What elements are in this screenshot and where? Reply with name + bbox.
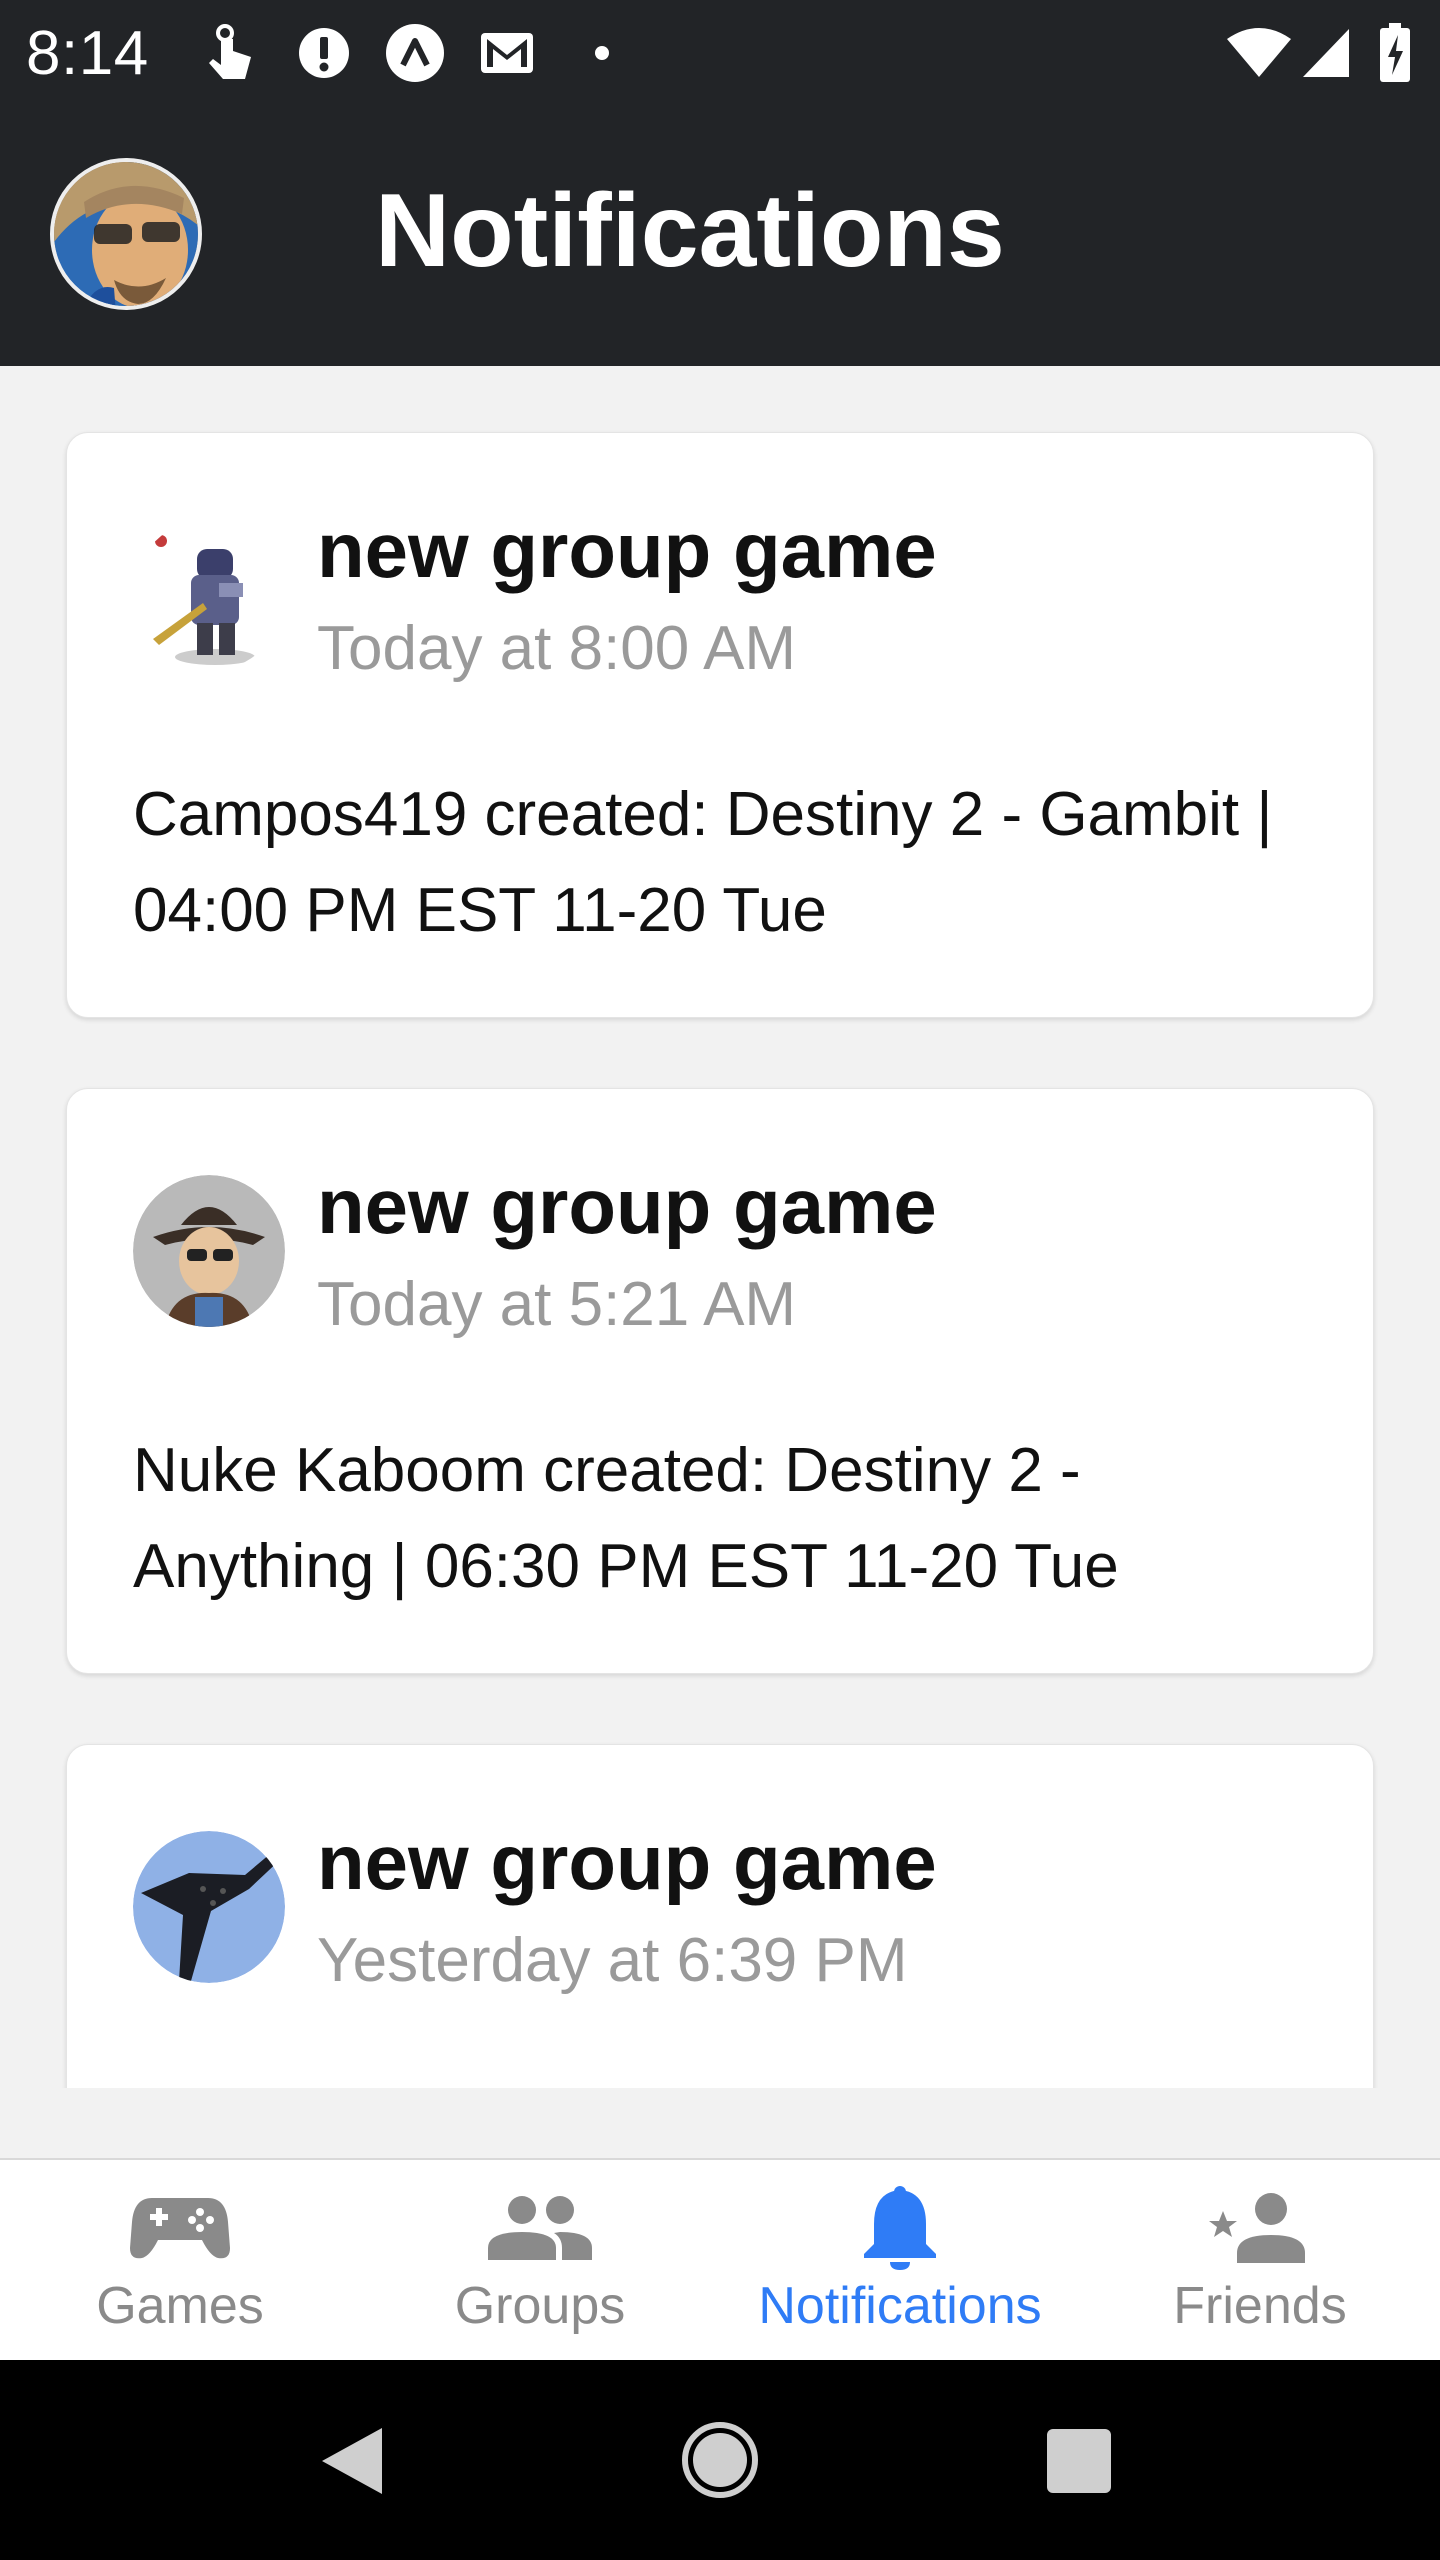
notification-time: Yesterday at 6:39 PM	[317, 1926, 908, 1995]
nav-label: Friends	[1173, 2277, 1347, 2335]
nav-tab-friends[interactable]: Friends	[1080, 2160, 1440, 2362]
page-title: Notifications	[375, 173, 1005, 289]
cell-signal-icon	[1300, 22, 1352, 84]
touch-icon	[200, 22, 262, 84]
nav-tab-groups[interactable]: Groups	[360, 2160, 720, 2362]
nav-tab-games[interactable]: Games	[0, 2160, 360, 2362]
profile-avatar[interactable]	[50, 158, 202, 310]
notification-card[interactable]: new group game Today at 5:21 AM Nuke Kab…	[66, 1088, 1374, 1674]
back-icon[interactable]	[318, 2426, 384, 2501]
home-icon[interactable]	[680, 2420, 760, 2505]
notification-time: Today at 5:21 AM	[317, 1270, 797, 1339]
notification-title: new group game	[317, 1162, 937, 1250]
recents-icon[interactable]	[1046, 2428, 1112, 2499]
notification-avatar	[133, 1831, 285, 1983]
nav-label: Games	[96, 2277, 264, 2335]
notification-card[interactable]: new group game Today at 8:00 AM Campos41…	[66, 432, 1374, 1018]
more-notifications-dot-icon	[592, 22, 612, 84]
notification-time: Today at 8:00 AM	[317, 614, 797, 683]
nav-label: Groups	[454, 2277, 626, 2335]
groups-icon	[488, 2182, 592, 2272]
notification-body: Nuke Kaboom created: Destiny 2 - Anythin…	[133, 1436, 1119, 1601]
nav-tab-notifications[interactable]: Notifications	[720, 2160, 1080, 2362]
gamepad-icon	[130, 2182, 230, 2272]
notification-avatar	[133, 1175, 285, 1327]
notification-card[interactable]: new group game Yesterday at 6:39 PM	[66, 1744, 1374, 2088]
friends-icon	[1207, 2182, 1313, 2272]
app-logo-icon	[384, 22, 446, 84]
bottom-navigation: Games Groups Notifications Friends	[0, 2158, 1440, 2360]
notification-title: new group game	[317, 506, 937, 594]
notification-avatar	[133, 519, 285, 671]
gmail-icon	[478, 22, 536, 84]
status-bar: 8:14	[0, 0, 1440, 105]
wifi-icon	[1224, 22, 1294, 84]
notification-body: Campos419 created: Destiny 2 - Gambit | …	[133, 780, 1273, 945]
notification-title: new group game	[317, 1818, 937, 1906]
status-time: 8:14	[26, 19, 149, 88]
alert-icon	[296, 22, 352, 84]
bell-icon	[860, 2182, 940, 2272]
battery-charging-icon	[1378, 22, 1412, 84]
system-navigation-bar	[0, 2360, 1440, 2560]
nav-label: Notifications	[758, 2277, 1042, 2335]
app-header: 8:14 Notifications	[0, 0, 1440, 366]
notifications-list[interactable]: new group game Today at 8:00 AM Campos41…	[0, 366, 1440, 2088]
